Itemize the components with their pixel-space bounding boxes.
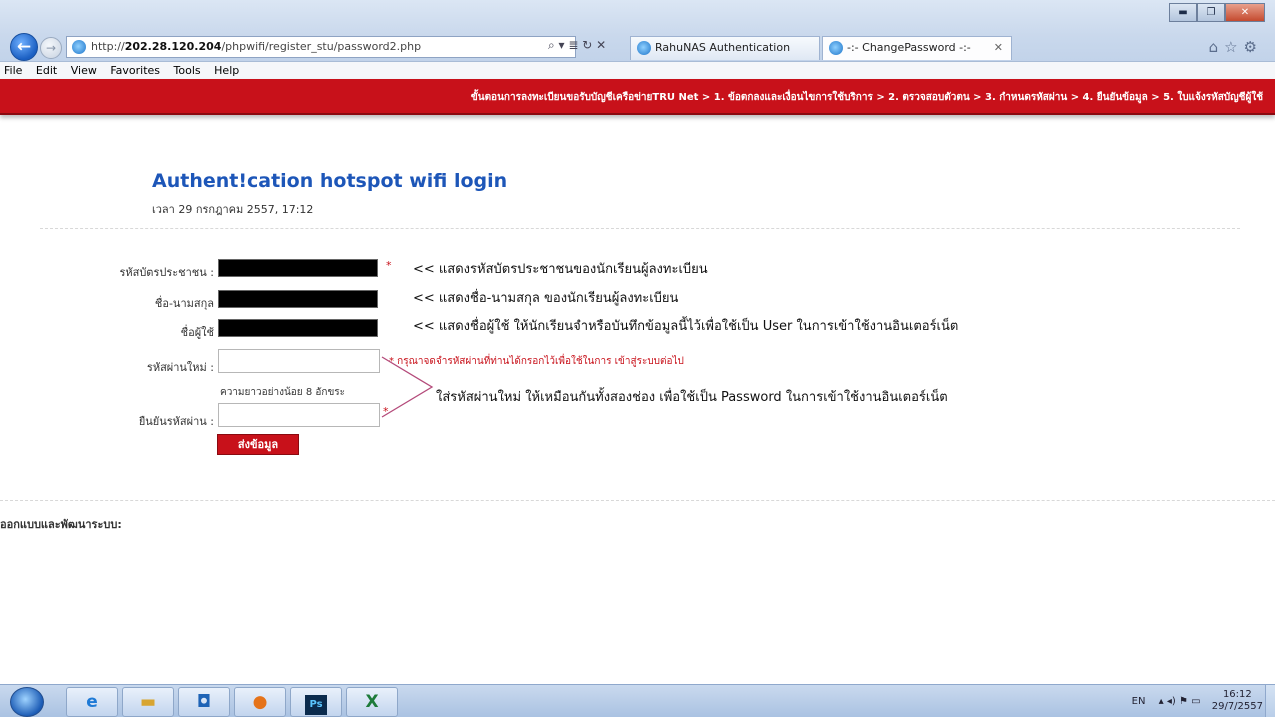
forward-button[interactable]: → — [40, 37, 62, 59]
back-button[interactable]: ← — [10, 33, 38, 61]
language-indicator[interactable]: EN — [1132, 696, 1146, 707]
fullname-label: ชื่อ-นามสกุล — [154, 297, 214, 310]
url-path: /phpwifi/register_stu/password2.php — [221, 40, 422, 53]
outlook-icon[interactable]: ◘ — [178, 687, 230, 717]
menu-view[interactable]: View — [71, 64, 97, 77]
menu-help[interactable]: Help — [214, 64, 239, 77]
menu-bar: File Edit View Favorites Tools Help — [0, 62, 1275, 79]
bracket-arrow — [381, 356, 434, 418]
page-title: Authent!cation hotspot wifi login — [152, 170, 508, 192]
taskbar: e ▬ ◘ ● Ps X EN ▴ ◂) ⚑ ▭ 16:12 29/7/2557 — [0, 684, 1275, 717]
tab-close-icon[interactable]: ✕ — [994, 37, 1003, 59]
id-card-annotation: << แสดงรหัสบัตรประชาชนของนักเรียนผู้ลงทะ… — [413, 262, 708, 277]
menu-favorites[interactable]: Favorites — [110, 64, 160, 77]
tab-changepassword[interactable]: -:- ChangePassword -:- ✕ — [822, 36, 1012, 60]
footer-credit: ออกแบบและพัฒนาระบบ: — [0, 518, 122, 531]
system-tray: EN ▴ ◂) ⚑ ▭ 16:12 29/7/2557 — [1132, 689, 1263, 713]
min-length-hint: ความยาวอย่างน้อย 8 อักขระ — [220, 387, 346, 398]
clock[interactable]: 16:12 29/7/2557 — [1212, 689, 1263, 713]
forward-arrow-icon: → — [45, 41, 57, 55]
registration-steps: ขั้นตอนการลงทะเบียนขอรับบัญชีเครือข่ายTR… — [470, 92, 1263, 103]
start-button-icon[interactable] — [10, 687, 44, 717]
window-controls: ▬ ❐ ✕ — [1169, 3, 1265, 23]
photoshop-label: Ps — [305, 695, 327, 715]
fullname-value — [218, 290, 378, 308]
clock-time: 16:12 — [1222, 689, 1252, 700]
address-bar[interactable]: http://202.28.120.204/phpwifi/register_s… — [66, 36, 576, 58]
minimize-button[interactable]: ▬ — [1169, 3, 1197, 22]
new-password-input[interactable] — [218, 349, 380, 373]
tab-rahunas[interactable]: RahuNAS Authentication — [630, 36, 820, 60]
screen: ← → http://202.28.120.204/phpwifi/regist… — [0, 0, 1275, 717]
menu-tools[interactable]: Tools — [174, 64, 201, 77]
show-desktop-button[interactable] — [1265, 685, 1275, 717]
tab-label: -:- ChangePassword -:- — [847, 41, 971, 54]
back-arrow-icon: ← — [16, 37, 32, 57]
tab-label: RahuNAS Authentication — [655, 41, 791, 54]
menu-edit[interactable]: Edit — [36, 64, 57, 77]
close-button[interactable]: ✕ — [1225, 3, 1265, 22]
footer-divider — [0, 500, 1275, 501]
menu-file[interactable]: File — [4, 64, 22, 77]
confirm-password-label: ยืนยันรหัสผ่าน : — [138, 415, 214, 428]
confirm-password-input[interactable] — [218, 403, 380, 427]
ie-tab-icon — [829, 41, 843, 55]
excel-icon[interactable]: X — [346, 687, 398, 717]
id-card-label: รหัสบัตรประชาชน : — [119, 266, 214, 279]
ie-page-icon — [72, 40, 86, 54]
tray-icons[interactable]: ▴ ◂) ⚑ ▭ — [1159, 696, 1201, 707]
ie-icon[interactable]: e — [66, 687, 118, 717]
ie-tab-icon — [637, 41, 651, 55]
clock-date: 29/7/2557 — [1211, 701, 1263, 712]
maximize-button[interactable]: ❐ — [1197, 3, 1225, 22]
steps-banner: ขั้นตอนการลงทะเบียนขอรับบัญชีเครือข่ายTR… — [0, 79, 1275, 115]
submit-button[interactable]: ส่งข้อมูล — [217, 434, 299, 455]
new-password-label: รหัสผ่านใหม่ : — [146, 361, 214, 374]
url-prefix: http:// — [91, 40, 125, 53]
id-card-value — [218, 259, 378, 277]
username-value — [218, 319, 378, 337]
timestamp: เวลา 29 กรกฎาคม 2557, 17:12 — [152, 203, 314, 216]
username-label: ชื่อผู้ใช้ — [180, 326, 214, 339]
divider — [40, 228, 1240, 229]
home-favorites-settings-icons[interactable]: ⌂☆⚙ — [1209, 38, 1263, 56]
explorer-icon[interactable]: ▬ — [122, 687, 174, 717]
photoshop-icon[interactable]: Ps — [290, 687, 342, 717]
required-mark: * — [386, 259, 392, 272]
url-host: 202.28.120.204 — [124, 40, 222, 53]
address-tools[interactable]: ⌕ ▾ ≣ ↻ ✕ — [548, 38, 606, 53]
fullname-annotation: << แสดงชื่อ-นามสกุล ของนักเรียนผู้ลงทะเบ… — [413, 291, 679, 306]
username-annotation: << แสดงชื่อผู้ใช้ ให้นักเรียนจำหรือบันทึ… — [413, 319, 959, 334]
password-annotation: ใส่รหัสผ่านใหม่ ให้เหมือนกันทั้งสองช่อง … — [436, 390, 948, 405]
firefox-icon[interactable]: ● — [234, 687, 286, 717]
browser-titlebar: ← → http://202.28.120.204/phpwifi/regist… — [0, 0, 1275, 62]
